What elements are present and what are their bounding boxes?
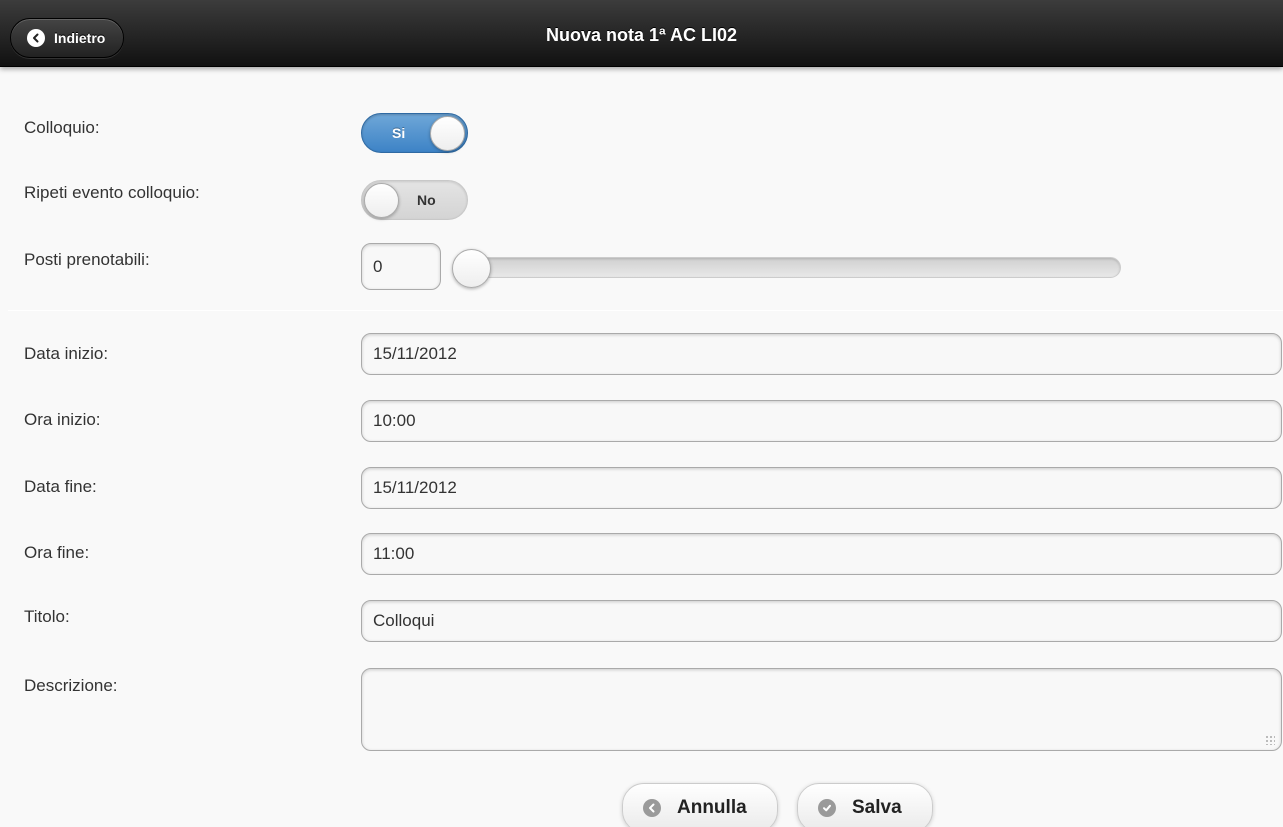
ora-fine-label: Ora fine: (24, 543, 90, 562)
data-inizio-label: Data inizio: (24, 344, 109, 363)
titolo-field[interactable]: Colloqui (361, 600, 1282, 642)
check-icon (818, 799, 836, 817)
page-title: Nuova nota 1ª AC LI02 (545, 25, 738, 45)
colloquio-toggle-label: Si (392, 125, 406, 141)
ora-inizio-label: Ora inizio: (24, 410, 101, 429)
annulla-button[interactable]: Annulla (622, 783, 778, 827)
resize-grip-icon[interactable] (1265, 735, 1275, 745)
posti-prenotabili-label: Posti prenotabili: (24, 250, 150, 269)
data-fine-field[interactable]: 15/11/2012 (361, 467, 1282, 509)
posti-prenotabili-input[interactable]: 0 (361, 243, 441, 290)
section-divider (8, 310, 1283, 311)
descrizione-label: Descrizione: (24, 676, 118, 695)
toggle-knob (364, 183, 399, 218)
header-bar: Indietro Nuova nota 1ª AC LI02 (0, 0, 1283, 67)
posti-prenotabili-slider-thumb[interactable] (452, 249, 491, 288)
salva-button[interactable]: Salva (797, 783, 933, 827)
ora-inizio-field[interactable]: 10:00 (361, 400, 1282, 442)
ripeti-evento-toggle-label: No (417, 192, 436, 208)
toggle-knob (430, 116, 465, 151)
colloquio-toggle[interactable]: Si (361, 113, 468, 153)
back-arrow-icon (643, 799, 661, 817)
ripeti-evento-label: Ripeti evento colloquio: (24, 183, 200, 202)
colloquio-label: Colloquio: (24, 118, 100, 137)
posti-prenotabili-slider-track[interactable] (458, 257, 1121, 278)
data-fine-label: Data fine: (24, 477, 97, 496)
titolo-label: Titolo: (24, 607, 70, 626)
annulla-button-label: Annulla (677, 797, 747, 818)
ripeti-evento-toggle[interactable]: No (361, 180, 468, 220)
data-inizio-field[interactable]: 15/11/2012 (361, 333, 1282, 375)
ora-fine-field[interactable]: 11:00 (361, 533, 1282, 575)
descrizione-textarea[interactable] (361, 668, 1282, 751)
salva-button-label: Salva (852, 797, 902, 818)
